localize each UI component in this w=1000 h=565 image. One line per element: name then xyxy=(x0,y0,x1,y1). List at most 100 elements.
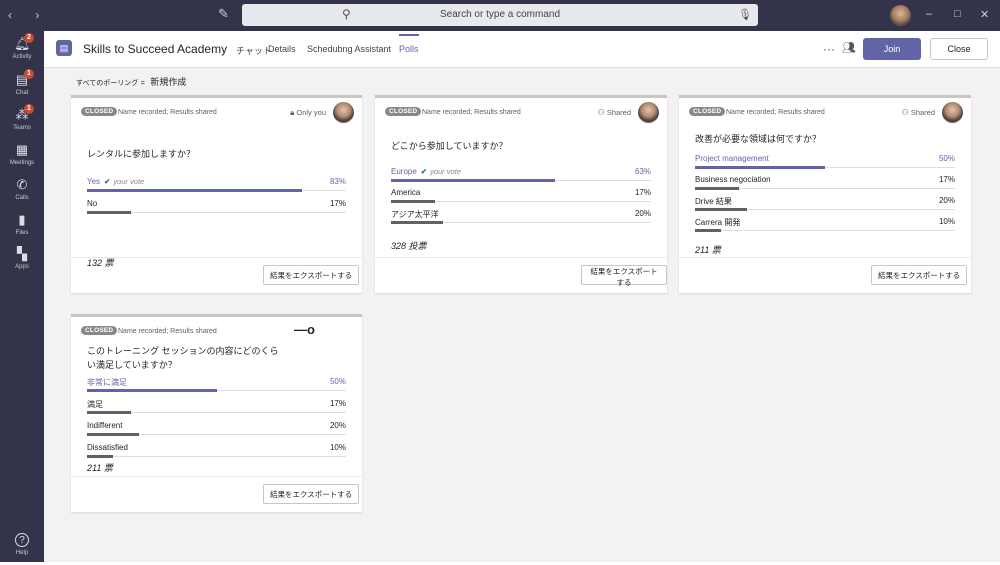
result-bar-track xyxy=(695,229,955,232)
rail-label: Chat xyxy=(15,90,29,96)
visibility-label: Shared xyxy=(606,108,631,117)
nav-arrows[interactable]: ‹ › xyxy=(8,8,49,22)
option-label: アジア太平洋 xyxy=(391,209,439,220)
team-name: Skills to Succeed Academy xyxy=(83,42,228,56)
tab-details[interactable]: Details xyxy=(268,44,296,54)
close-window-button[interactable]: ✕ xyxy=(980,8,989,21)
option-percent: 17% xyxy=(634,188,651,197)
rail-item-meetings[interactable]: ▦ Meetings xyxy=(0,141,44,175)
poll-option: Indifferent 20% xyxy=(87,421,346,437)
result-bar-fill xyxy=(87,433,139,436)
option-label: No xyxy=(87,199,97,208)
status-badge: CLOSED xyxy=(385,107,422,116)
search-placeholder: Search or type a command xyxy=(439,9,561,20)
poll-option: Business negociation 17% xyxy=(695,175,955,191)
export-results-button[interactable]: 結果をエクスポートする xyxy=(581,265,667,287)
microphone-icon[interactable]: 🎙︎ xyxy=(738,8,752,21)
poll-card: CLOSED Name recorded; Results shared 🔒︎ Onl… xyxy=(71,95,362,293)
recorded-note: Name recorded; Results shared xyxy=(118,109,217,116)
option-percent: 63% xyxy=(634,167,651,176)
breadcrumb-all-polls[interactable]: すべてのポーリング xyxy=(76,80,138,87)
breadcrumb-new[interactable]: 新規作成 xyxy=(150,77,186,87)
your-vote-marker: ✔ your vote xyxy=(104,177,144,186)
lock-icon: 🔒︎ xyxy=(290,108,295,117)
card-footer: 結果をエクスポートする xyxy=(71,476,362,512)
breadcrumb-separator: = xyxy=(140,80,145,87)
export-results-button[interactable]: 結果をエクスポートする xyxy=(263,484,360,504)
tab-polls[interactable]: Polls xyxy=(399,44,419,54)
poll-option: Yes ✔ your vote 83% xyxy=(87,177,346,193)
more-options-icon[interactable]: ··· xyxy=(823,42,835,56)
result-bar-fill xyxy=(695,187,740,190)
visibility-indicator: 🔒︎ Only you xyxy=(290,108,326,118)
status-badge: CLOSED xyxy=(81,326,118,335)
user-avatar[interactable] xyxy=(890,5,911,26)
poll-option: Europe ✔ your vote 63% xyxy=(391,167,651,183)
status-badge: CLOSED xyxy=(81,107,118,116)
drag-handle[interactable]: —o xyxy=(294,322,315,337)
rail-item-activity[interactable]: 🔔︎ 2 Activity xyxy=(0,33,44,69)
rail-item-help[interactable]: ? Help xyxy=(0,531,44,565)
result-bar-track xyxy=(695,208,955,211)
rail-item-apps[interactable]: ▚ Apps xyxy=(0,245,44,279)
poll-question: このトレーニング セッションの内容にどのくらい満足していますか？ xyxy=(87,346,279,370)
result-bar-track xyxy=(391,179,651,182)
compose-icon[interactable]: ✎ xyxy=(218,6,229,22)
tab-scheduling-assistant[interactable]: Schedubng Assistant xyxy=(307,44,391,54)
result-bar-track xyxy=(695,187,955,190)
result-bar-track xyxy=(87,433,346,436)
rail-label: Help xyxy=(15,550,29,556)
option-text: Business negociation xyxy=(695,175,771,184)
rail-label: Apps xyxy=(15,264,29,270)
poll-option: No 17% xyxy=(87,199,346,215)
result-bar-fill xyxy=(87,455,113,458)
notification-badge: 1 xyxy=(24,69,34,79)
rail-label: Calls xyxy=(15,195,29,201)
rail-item-files[interactable]: ▮ Files xyxy=(0,211,44,245)
people-icon[interactable]: 👥︎ xyxy=(842,41,856,54)
files-icon: ▮ xyxy=(18,212,26,227)
vote-total: 211 票 xyxy=(87,463,113,473)
poll-option: Drive 結果 20% xyxy=(695,196,955,212)
app-rail: 🔔︎ 2 Activity ▤ 1 Chat ⁂ 1 Teams ▦ Meetings ✆ Calls ▮… xyxy=(0,31,44,562)
option-text: America xyxy=(391,188,421,197)
help-icon: ? xyxy=(15,533,29,547)
result-bar-track xyxy=(87,389,346,392)
result-bar-fill xyxy=(695,166,825,169)
minimize-button[interactable]: – xyxy=(926,8,932,20)
result-bar-track xyxy=(391,221,651,224)
recorded-note: Name recorded; Results shared xyxy=(422,109,521,116)
poll-card: CLOSED Name recorded; Results shared ⚇ Shar… xyxy=(679,95,971,293)
card-footer: 結果をエクスポートする xyxy=(71,257,362,293)
result-bar-fill xyxy=(87,211,132,214)
poll-card: CLOSED Name recorded; Results shared ⚇ Shar… xyxy=(375,95,667,293)
search-box[interactable]: ⚲ Search or type a command 🎙︎ xyxy=(242,4,758,26)
tab-chat[interactable]: チャット xyxy=(236,44,272,57)
result-bar-fill xyxy=(391,179,555,182)
polls-content: すべてのポーリング = 新規作成 CLOSED Name recorded; Re… xyxy=(44,68,1000,562)
export-results-button[interactable]: 結果をエクスポートする xyxy=(263,265,360,285)
card-footer: 結果をエクスポートする xyxy=(375,257,667,293)
option-text: 満足 xyxy=(87,400,103,409)
poll-question: レンタルに参加しますか？ xyxy=(87,149,196,159)
status-badge: CLOSED xyxy=(689,107,726,116)
rail-label: Files xyxy=(15,230,29,236)
poll-option: Dissatisfied 10% xyxy=(87,443,346,459)
option-percent: 17% xyxy=(938,175,955,184)
join-button[interactable]: Join xyxy=(863,38,921,60)
close-button[interactable]: Close xyxy=(930,38,988,60)
export-results-button[interactable]: 結果をエクスポートする xyxy=(871,265,968,285)
maximize-button[interactable]: □ xyxy=(954,8,961,20)
result-bar-fill xyxy=(87,189,302,192)
option-percent: 83% xyxy=(329,177,346,186)
result-bar-track xyxy=(391,200,651,203)
rail-item-teams[interactable]: ⁂ 1 Teams xyxy=(0,104,44,140)
result-bar-fill xyxy=(391,200,436,203)
recorded-note: Name recorded; Results shared xyxy=(726,109,825,116)
rail-item-chat[interactable]: ▤ 1 Chat xyxy=(0,69,44,105)
option-label: Indifferent xyxy=(87,421,122,430)
author-avatar xyxy=(333,102,354,123)
rail-item-calls[interactable]: ✆ Calls xyxy=(0,176,44,210)
option-percent: 20% xyxy=(329,421,346,430)
poll-card: CLOSED Name recorded; Results shared —o このト… xyxy=(71,314,362,512)
